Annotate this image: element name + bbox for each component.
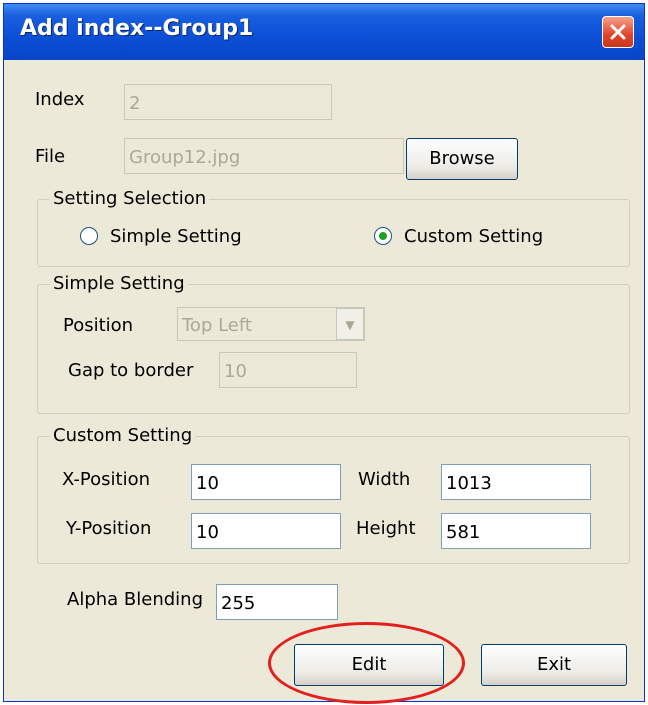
height-label: Height bbox=[356, 518, 416, 539]
exit-button[interactable]: Exit bbox=[481, 644, 627, 686]
width-field[interactable]: 1013 bbox=[441, 464, 591, 500]
position-label: Position bbox=[63, 315, 134, 336]
height-field[interactable]: 581 bbox=[441, 513, 591, 549]
setting-selection-title: Setting Selection bbox=[50, 188, 210, 209]
close-button[interactable] bbox=[602, 16, 634, 48]
gap-to-border-label: Gap to border bbox=[68, 360, 194, 381]
x-position-label: X-Position bbox=[62, 469, 151, 490]
y-position-field[interactable]: 10 bbox=[191, 513, 341, 549]
custom-setting-title: Custom Setting bbox=[50, 425, 196, 446]
dialog-window: Add index--Group1 Index 2 File Group12.j… bbox=[3, 3, 645, 702]
custom-setting-radio[interactable] bbox=[374, 227, 392, 245]
x-position-field[interactable]: 10 bbox=[191, 464, 341, 500]
index-label: Index bbox=[35, 89, 85, 110]
close-icon bbox=[610, 24, 626, 40]
file-field[interactable]: Group12.jpg bbox=[124, 138, 404, 174]
custom-setting-radio-label[interactable]: Custom Setting bbox=[404, 226, 543, 247]
edit-button[interactable]: Edit bbox=[294, 644, 444, 686]
alpha-blending-label: Alpha Blending bbox=[67, 589, 203, 610]
alpha-blending-field[interactable]: 255 bbox=[216, 584, 338, 620]
browse-button[interactable]: Browse bbox=[406, 138, 518, 180]
title-bar[interactable]: Add index--Group1 bbox=[4, 4, 644, 60]
dropdown-arrow-icon[interactable]: ▼ bbox=[336, 308, 364, 340]
simple-setting-title: Simple Setting bbox=[50, 273, 188, 294]
file-label: File bbox=[35, 146, 66, 167]
simple-setting-radio[interactable] bbox=[80, 227, 98, 245]
gap-to-border-field[interactable]: 10 bbox=[219, 352, 357, 388]
y-position-label: Y-Position bbox=[66, 518, 152, 539]
width-label: Width bbox=[358, 469, 411, 490]
simple-setting-radio-label[interactable]: Simple Setting bbox=[110, 226, 242, 247]
simple-setting-group: Simple Setting bbox=[37, 273, 630, 414]
index-field[interactable]: 2 bbox=[124, 84, 332, 120]
window-title: Add index--Group1 bbox=[20, 16, 254, 41]
